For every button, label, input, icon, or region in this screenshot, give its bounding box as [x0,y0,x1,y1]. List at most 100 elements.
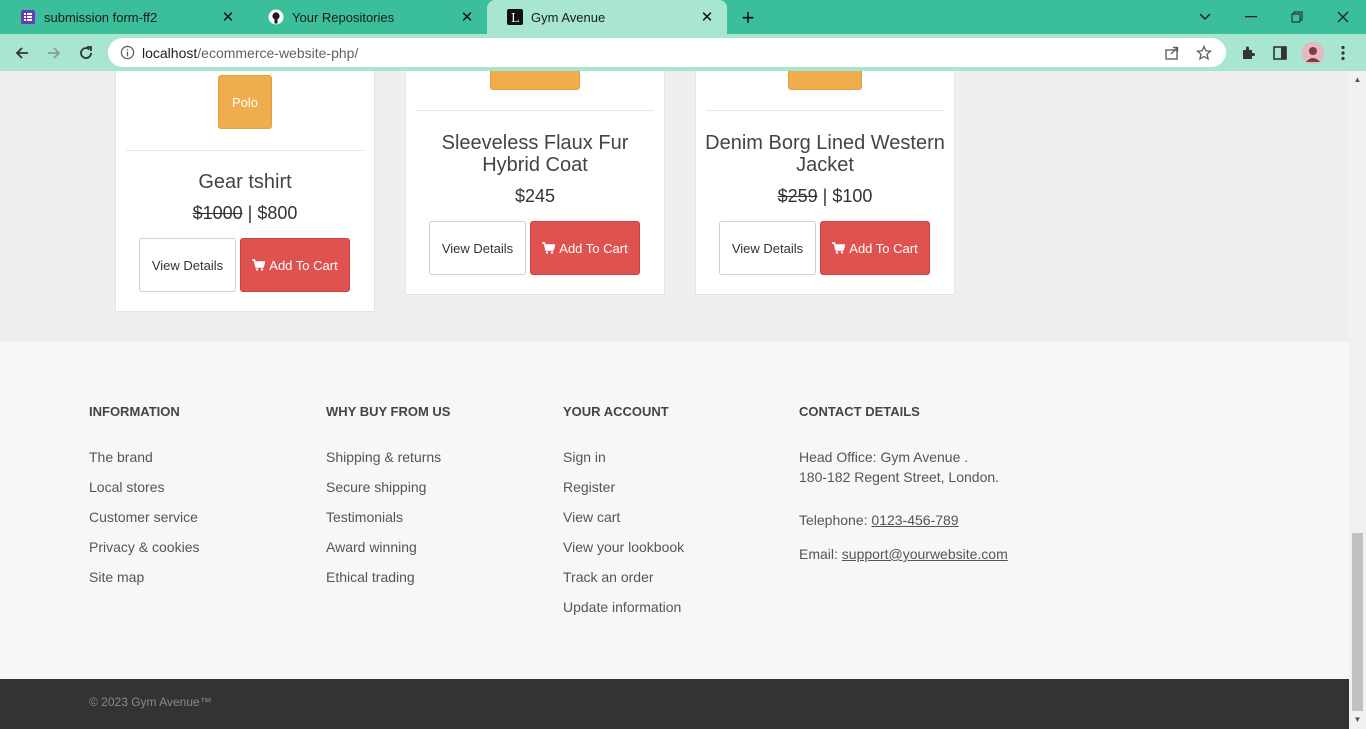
old-price: $259 [777,186,818,206]
telephone-label: Telephone: [799,512,872,528]
add-to-cart-button[interactable]: Add To Cart [820,221,930,275]
product-name[interactable]: Denim Borg Lined Western Jacket [696,132,954,176]
site-footer: INFORMATION The brand Local stores Custo… [0,342,1349,679]
product-tag[interactable] [490,71,580,90]
browser-menu-icon[interactable] [1332,42,1354,64]
product-card: Sleeveless Flaux Fur Hybrid Coat $245 Vi… [405,71,665,295]
telephone-link[interactable]: 0123-456-789 [871,512,958,528]
view-details-button[interactable]: View Details [719,221,816,275]
product-tag[interactable] [788,71,862,90]
footer-link[interactable]: The brand [89,449,153,465]
product-card: Polo Gear tshirt $1000 | $800 View Detai… [115,71,375,312]
url-host: localhost [142,44,198,61]
tab-your-repositories[interactable]: Your Repositories ✕ [248,0,487,34]
tab-title: Gym Avenue [531,9,606,25]
close-tab-icon[interactable]: ✕ [459,9,475,26]
scroll-down-icon[interactable]: ▼ [1353,715,1362,724]
product-tag[interactable]: Polo [218,75,272,129]
telephone-line: Telephone: 0123-456-789 [799,510,959,530]
footer-heading: YOUR ACCOUNT [563,404,669,419]
side-panel-icon[interactable] [1269,42,1291,64]
url-path: /ecommerce-website-php/ [197,44,359,61]
footer-link[interactable]: Update information [563,599,681,615]
footer-bottom-bar: © 2023 Gym Avenue™ [0,679,1349,729]
footer-link[interactable]: Shipping & returns [326,449,441,465]
copyright-text: © 2023 Gym Avenue™ [89,695,212,709]
forward-icon[interactable] [42,41,66,65]
footer-link[interactable]: Track an order [563,569,654,585]
product-card: Denim Borg Lined Western Jacket $259 | $… [695,71,955,295]
old-price: $1000 [192,203,243,223]
tab-strip: submission form-ff2 ✕ Your Repositories … [0,0,1366,34]
add-to-cart-button[interactable]: Add To Cart [530,221,640,275]
close-tab-icon[interactable]: ✕ [220,9,236,26]
footer-heading: WHY BUY FROM US [326,404,451,419]
bookmark-star-icon[interactable] [1194,43,1214,63]
card-divider [416,110,654,111]
minimize-icon[interactable] [1228,0,1274,34]
new-tab-icon[interactable]: + [737,5,759,30]
page-viewport: Polo Gear tshirt $1000 | $800 View Detai… [0,71,1349,729]
current-price: $100 [832,186,873,206]
forms-icon [20,9,36,25]
view-details-button[interactable]: View Details [139,238,236,292]
view-details-button[interactable]: View Details [429,221,526,275]
extensions-icon[interactable] [1237,42,1259,64]
cart-icon [252,259,266,271]
close-tab-icon[interactable]: ✕ [699,9,715,26]
toolbar: localhost/ecommerce-website-php/ [0,34,1366,71]
share-icon[interactable] [1162,43,1182,63]
footer-link[interactable]: Ethical trading [326,569,415,585]
footer-link[interactable]: View cart [563,509,620,525]
github-icon [268,9,284,25]
footer-link[interactable]: Testimonials [326,509,403,525]
footer-link[interactable]: Secure shipping [326,479,426,495]
product-price: $245 [514,186,556,206]
footer-link[interactable]: Register [563,479,615,495]
tab-submission-form[interactable]: submission form-ff2 ✕ [0,0,248,34]
card-divider [126,150,364,151]
card-divider [706,110,944,111]
product-name[interactable]: Gear tshirt [116,171,374,193]
tab-title: Your Repositories [292,9,395,25]
email-line: Email: support@yourwebsite.com [799,544,1008,564]
add-to-cart-label: Add To Cart [269,257,338,273]
add-to-cart-button[interactable]: Add To Cart [240,238,350,292]
footer-link[interactable]: View your lookbook [563,539,684,555]
footer-link[interactable]: Customer service [89,509,198,525]
cart-icon [832,242,846,254]
scrollbar-thumb[interactable] [1352,533,1363,711]
footer-link[interactable]: Award winning [326,539,417,555]
email-link[interactable]: support@yourwebsite.com [842,546,1008,562]
scroll-up-icon[interactable]: ▲ [1353,75,1362,84]
page-scrollbar[interactable]: ▲ ▼ [1349,71,1366,729]
product-price: $1000 | $800 [192,203,298,223]
footer-link[interactable]: Sign in [563,449,606,465]
profile-avatar[interactable] [1302,42,1324,64]
address-line: 180-182 Regent Street, London. [799,469,1000,485]
svg-text:L: L [511,11,519,25]
address-line: Head Office: Gym Avenue . [799,449,969,465]
cart-icon [542,242,556,254]
footer-heading: CONTACT DETAILS [799,404,920,419]
url-text: localhost/ecommerce-website-php/ [142,45,1162,61]
site-info-icon[interactable] [119,45,135,61]
product-name[interactable]: Sleeveless Flaux Fur Hybrid Coat [406,132,664,176]
tab-title: submission form-ff2 [44,9,158,25]
close-window-icon[interactable] [1320,0,1366,34]
footer-link[interactable]: Site map [89,569,144,585]
letter-L-icon: L [507,9,523,25]
add-to-cart-label: Add To Cart [849,240,918,256]
footer-heading: INFORMATION [89,404,180,419]
reload-icon[interactable] [74,41,98,65]
footer-link[interactable]: Privacy & cookies [89,539,199,555]
email-label: Email: [799,546,842,562]
current-price: $800 [257,203,298,223]
tab-search-icon[interactable] [1182,0,1228,34]
add-to-cart-label: Add To Cart [559,240,628,256]
footer-link[interactable]: Local stores [89,479,164,495]
back-icon[interactable] [10,41,34,65]
restore-icon[interactable] [1274,0,1320,34]
address-bar[interactable]: localhost/ecommerce-website-php/ [108,38,1226,67]
tab-gym-avenue[interactable]: L Gym Avenue ✕ [487,0,727,34]
